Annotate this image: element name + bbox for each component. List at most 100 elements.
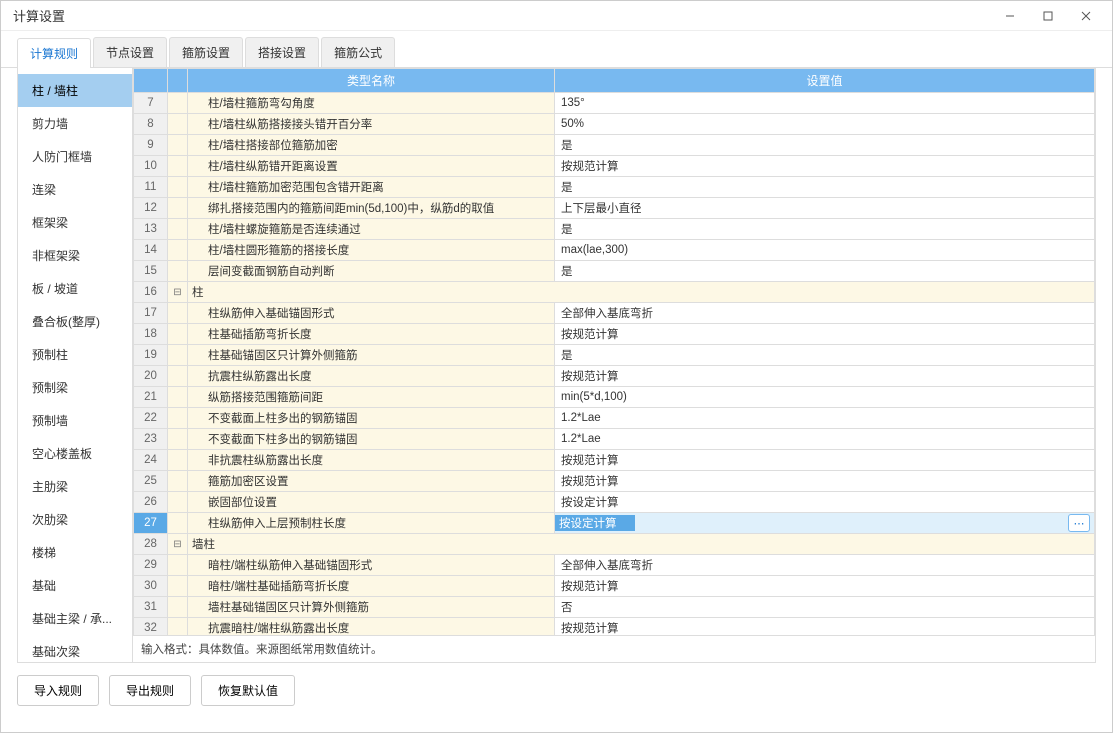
collapse-toggle-icon[interactable]: ⊟ [168, 534, 188, 555]
table-row[interactable]: 29暗柱/端柱纵筋伸入基础锚固形式全部伸入基底弯折 [134, 555, 1095, 576]
tree-spacer [168, 219, 188, 240]
table-row[interactable]: 18柱基础插筋弯折长度按规范计算 [134, 324, 1095, 345]
rule-value[interactable]: 是 [555, 219, 1095, 240]
sidebar-item[interactable]: 次肋梁 [18, 503, 132, 536]
table-row[interactable]: 19柱基础锚固区只计算外侧箍筋是 [134, 345, 1095, 366]
table-row[interactable]: 8柱/墙柱纵筋搭接接头错开百分率50% [134, 114, 1095, 135]
table-row[interactable]: 32抗震暗柱/端柱纵筋露出长度按规范计算 [134, 618, 1095, 636]
maximize-button[interactable] [1030, 4, 1066, 28]
rule-value[interactable]: 是 [555, 135, 1095, 156]
table-row[interactable]: 27柱纵筋伸入上层预制柱长度⋯ [134, 513, 1095, 534]
sidebar-item[interactable]: 基础主梁 / 承... [18, 602, 132, 635]
minimize-button[interactable] [992, 4, 1028, 28]
sidebar-item[interactable]: 主肋梁 [18, 470, 132, 503]
rule-name: 柱/墙柱圆形箍筋的搭接长度 [188, 240, 555, 261]
rule-value[interactable]: 是 [555, 261, 1095, 282]
value-input[interactable] [555, 515, 635, 531]
tree-spacer [168, 597, 188, 618]
table-row[interactable]: 28⊟墙柱 [134, 534, 1095, 555]
table-row[interactable]: 7柱/墙柱箍筋弯勾角度135° [134, 93, 1095, 114]
table-row[interactable]: 22 不变截面上柱多出的钢筋锚固1.2*Lae [134, 408, 1095, 429]
table-row[interactable]: 26嵌固部位设置按设定计算 [134, 492, 1095, 513]
rule-value[interactable]: 全部伸入基底弯折 [555, 555, 1095, 576]
table-row[interactable]: 31墙柱基础锚固区只计算外侧箍筋否 [134, 597, 1095, 618]
sidebar-item[interactable]: 楼梯 [18, 536, 132, 569]
sidebar-item[interactable]: 人防门框墙 [18, 140, 132, 173]
sidebar-item[interactable]: 叠合板(整厚) [18, 305, 132, 338]
tab-calc-rules[interactable]: 计算规则 [17, 38, 91, 68]
table-row[interactable]: 11柱/墙柱箍筋加密范围包含错开距离是 [134, 177, 1095, 198]
table-row[interactable]: 25箍筋加密区设置按规范计算 [134, 471, 1095, 492]
table-row[interactable]: 15 层间变截面钢筋自动判断是 [134, 261, 1095, 282]
rule-value[interactable]: ⋯ [555, 513, 1095, 534]
export-rules-button[interactable]: 导出规则 [109, 675, 191, 706]
rule-value[interactable]: 按规范计算 [555, 471, 1095, 492]
table-row[interactable]: 14柱/墙柱圆形箍筋的搭接长度max(lae,300) [134, 240, 1095, 261]
sidebar-item[interactable]: 基础次梁 [18, 635, 132, 662]
sidebar-item[interactable]: 预制柱 [18, 338, 132, 371]
rule-value[interactable]: 是 [555, 345, 1095, 366]
sidebar-item[interactable]: 柱 / 墙柱 [18, 74, 132, 107]
rule-value[interactable]: 按规范计算 [555, 324, 1095, 345]
sidebar-item[interactable]: 基础 [18, 569, 132, 602]
collapse-toggle-icon[interactable]: ⊟ [168, 282, 188, 303]
reset-defaults-button[interactable]: 恢复默认值 [201, 675, 295, 706]
rule-name: 不变截面上柱多出的钢筋锚固 [188, 408, 555, 429]
tab-stirrup-settings[interactable]: 箍筋设置 [169, 37, 243, 67]
rule-value[interactable]: 135° [555, 93, 1095, 114]
sidebar-item[interactable]: 预制墙 [18, 404, 132, 437]
rule-value[interactable]: 按设定计算 [555, 492, 1095, 513]
sidebar-item[interactable]: 空心楼盖板 [18, 437, 132, 470]
sidebar-item[interactable]: 预制梁 [18, 371, 132, 404]
close-button[interactable] [1068, 4, 1104, 28]
row-number: 22 [134, 408, 168, 429]
rule-value[interactable]: 按规范计算 [555, 156, 1095, 177]
rule-name: 箍筋加密区设置 [188, 471, 555, 492]
rule-value[interactable]: min(5*d,100) [555, 387, 1095, 408]
import-rules-button[interactable]: 导入规则 [17, 675, 99, 706]
rule-value[interactable]: 按规范计算 [555, 366, 1095, 387]
tab-splice-settings[interactable]: 搭接设置 [245, 37, 319, 67]
row-number: 15 [134, 261, 168, 282]
row-number: 19 [134, 345, 168, 366]
rule-value[interactable]: 全部伸入基底弯折 [555, 303, 1095, 324]
tree-spacer [168, 303, 188, 324]
table-row[interactable]: 12绑扎搭接范围内的箍筋间距min(5d,100)中，纵筋d的取值上下层最小直径 [134, 198, 1095, 219]
table-row[interactable]: 9柱/墙柱搭接部位箍筋加密是 [134, 135, 1095, 156]
tab-stirrup-formula[interactable]: 箍筋公式 [321, 37, 395, 67]
rule-value[interactable]: 按规范计算 [555, 618, 1095, 636]
rule-name: 抗震柱纵筋露出长度 [188, 366, 555, 387]
table-scroll[interactable]: 类型名称 设置值 7柱/墙柱箍筋弯勾角度135°8柱/墙柱纵筋搭接接头错开百分率… [133, 68, 1095, 635]
rule-value[interactable]: max(lae,300) [555, 240, 1095, 261]
rule-name: 柱纵筋伸入上层预制柱长度 [188, 513, 555, 534]
sidebar-item[interactable]: 框架梁 [18, 206, 132, 239]
table-row[interactable]: 20 抗震柱纵筋露出长度按规范计算 [134, 366, 1095, 387]
rule-value[interactable]: 50% [555, 114, 1095, 135]
rule-value[interactable]: 1.2*Lae [555, 429, 1095, 450]
rule-name: 柱/墙柱搭接部位箍筋加密 [188, 135, 555, 156]
rule-name: 柱/墙柱纵筋搭接接头错开百分率 [188, 114, 555, 135]
table-row[interactable]: 23不变截面下柱多出的钢筋锚固1.2*Lae [134, 429, 1095, 450]
table-row[interactable]: 30暗柱/端柱基础插筋弯折长度按规范计算 [134, 576, 1095, 597]
rule-value[interactable]: 否 [555, 597, 1095, 618]
table-row[interactable]: 13柱/墙柱螺旋箍筋是否连续通过是 [134, 219, 1095, 240]
rule-value[interactable]: 1.2*Lae [555, 408, 1095, 429]
rule-value[interactable]: 按规范计算 [555, 450, 1095, 471]
sidebar-item[interactable]: 板 / 坡道 [18, 272, 132, 305]
table-row[interactable]: 21纵筋搭接范围箍筋间距min(5*d,100) [134, 387, 1095, 408]
table-row[interactable]: 24非抗震柱纵筋露出长度按规范计算 [134, 450, 1095, 471]
sidebar-item[interactable]: 非框架梁 [18, 239, 132, 272]
rule-value[interactable]: 上下层最小直径 [555, 198, 1095, 219]
tab-node-settings[interactable]: 节点设置 [93, 37, 167, 67]
row-number: 20 [134, 366, 168, 387]
table-row[interactable]: 10柱/墙柱纵筋错开距离设置按规范计算 [134, 156, 1095, 177]
rule-name: 层间变截面钢筋自动判断 [188, 261, 555, 282]
more-options-button[interactable]: ⋯ [1068, 514, 1090, 532]
sidebar[interactable]: 柱 / 墙柱剪力墙人防门框墙连梁框架梁非框架梁板 / 坡道叠合板(整厚)预制柱预… [18, 68, 133, 662]
rule-value[interactable]: 是 [555, 177, 1095, 198]
table-row[interactable]: 17柱纵筋伸入基础锚固形式全部伸入基底弯折 [134, 303, 1095, 324]
sidebar-item[interactable]: 连梁 [18, 173, 132, 206]
table-row[interactable]: 16⊟柱 [134, 282, 1095, 303]
sidebar-item[interactable]: 剪力墙 [18, 107, 132, 140]
rule-value[interactable]: 按规范计算 [555, 576, 1095, 597]
